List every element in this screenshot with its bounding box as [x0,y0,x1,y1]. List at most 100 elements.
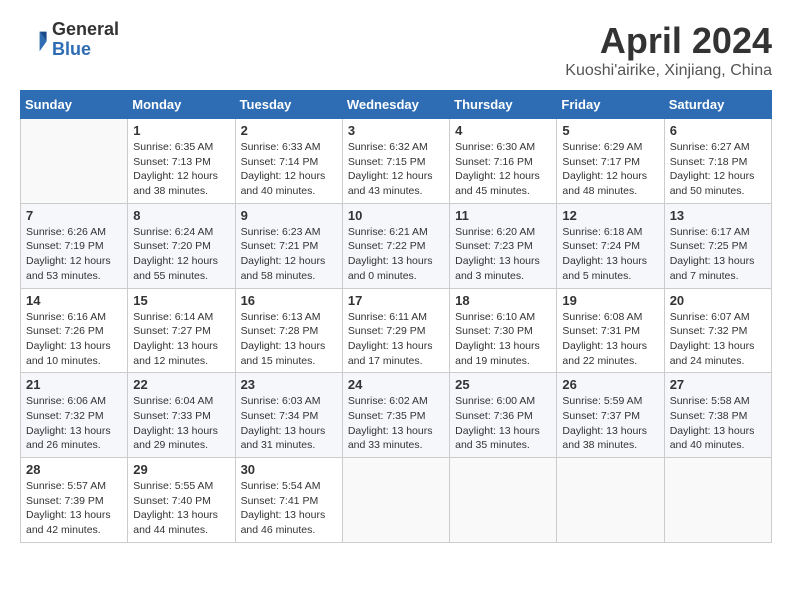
day-info: Sunrise: 6:24 AM Sunset: 7:20 PM Dayligh… [133,225,229,284]
day-info: Sunrise: 6:33 AM Sunset: 7:14 PM Dayligh… [241,140,337,199]
day-cell: 9 Sunrise: 6:23 AM Sunset: 7:21 PM Daylig… [235,203,342,288]
weekday-header-monday: Monday [128,91,235,119]
day-cell: 1 Sunrise: 6:35 AM Sunset: 7:13 PM Daylig… [128,119,235,204]
day-cell: 7Sunrise: 6:26 AM Sunset: 7:19 PM Daylig… [21,203,128,288]
weekday-header-thursday: Thursday [450,91,557,119]
day-cell [664,458,771,543]
weekday-header-saturday: Saturday [664,91,771,119]
day-cell [342,458,449,543]
day-number: 9 [241,208,337,223]
day-cell: 11Sunrise: 6:20 AM Sunset: 7:23 PM Dayli… [450,203,557,288]
page-header: General Blue April 2024 Kuoshi'airike, X… [20,20,772,80]
day-number: 13 [670,208,766,223]
day-number: 19 [562,293,658,308]
day-cell: 25Sunrise: 6:00 AM Sunset: 7:36 PM Dayli… [450,373,557,458]
day-number: 21 [26,377,122,392]
calendar-subtitle: Kuoshi'airike, Xinjiang, China [565,62,772,80]
week-row-5: 28Sunrise: 5:57 AM Sunset: 7:39 PM Dayli… [21,458,772,543]
day-cell: 27Sunrise: 5:58 AM Sunset: 7:38 PM Dayli… [664,373,771,458]
day-number: 30 [241,462,337,477]
day-cell: 23 Sunrise: 6:03 AM Sunset: 7:34 PM Dayli… [235,373,342,458]
day-number: 25 [455,377,551,392]
day-info: Sunrise: 6:07 AM Sunset: 7:32 PM Dayligh… [670,310,766,369]
day-cell: 13 Sunrise: 6:17 AM Sunset: 7:25 PM Dayli… [664,203,771,288]
day-number: 1 [133,123,229,138]
day-cell: 29 Sunrise: 5:55 AM Sunset: 7:40 PM Dayli… [128,458,235,543]
day-number: 12 [562,208,658,223]
weekday-header-wednesday: Wednesday [342,91,449,119]
day-cell [21,119,128,204]
day-info: Sunrise: 6:10 AM Sunset: 7:30 PM Dayligh… [455,310,551,369]
day-cell: 24 Sunrise: 6:02 AM Sunset: 7:35 PM Dayli… [342,373,449,458]
day-number: 22 [133,377,229,392]
day-number: 4 [455,123,551,138]
day-number: 15 [133,293,229,308]
day-number: 16 [241,293,337,308]
day-cell: 14Sunrise: 6:16 AM Sunset: 7:26 PM Dayli… [21,288,128,373]
logo: General Blue [20,20,119,60]
day-cell: 6 Sunrise: 6:27 AM Sunset: 7:18 PM Daylig… [664,119,771,204]
weekday-header-sunday: Sunday [21,91,128,119]
logo-text: General Blue [52,20,119,60]
day-number: 29 [133,462,229,477]
day-number: 6 [670,123,766,138]
day-info: Sunrise: 6:03 AM Sunset: 7:34 PM Dayligh… [241,394,337,453]
day-info: Sunrise: 6:02 AM Sunset: 7:35 PM Dayligh… [348,394,444,453]
day-number: 23 [241,377,337,392]
day-info: Sunrise: 6:29 AM Sunset: 7:17 PM Dayligh… [562,140,658,199]
day-number: 27 [670,377,766,392]
day-number: 14 [26,293,122,308]
day-info: Sunrise: 5:59 AM Sunset: 7:37 PM Dayligh… [562,394,658,453]
day-number: 20 [670,293,766,308]
day-cell: 22 Sunrise: 6:04 AM Sunset: 7:33 PM Dayli… [128,373,235,458]
day-cell: 30 Sunrise: 5:54 AM Sunset: 7:41 PM Dayli… [235,458,342,543]
day-cell: 28Sunrise: 5:57 AM Sunset: 7:39 PM Dayli… [21,458,128,543]
day-cell: 15Sunrise: 6:14 AM Sunset: 7:27 PM Dayli… [128,288,235,373]
calendar-title: April 2024 [565,20,772,62]
weekday-header-friday: Friday [557,91,664,119]
day-number: 5 [562,123,658,138]
day-number: 2 [241,123,337,138]
week-row-4: 21 Sunrise: 6:06 AM Sunset: 7:32 PM Dayli… [21,373,772,458]
day-cell: 4Sunrise: 6:30 AM Sunset: 7:16 PM Daylig… [450,119,557,204]
day-cell: 20 Sunrise: 6:07 AM Sunset: 7:32 PM Dayli… [664,288,771,373]
day-cell [557,458,664,543]
day-number: 24 [348,377,444,392]
week-row-3: 14Sunrise: 6:16 AM Sunset: 7:26 PM Dayli… [21,288,772,373]
day-cell: 2 Sunrise: 6:33 AM Sunset: 7:14 PM Daylig… [235,119,342,204]
day-cell: 17Sunrise: 6:11 AM Sunset: 7:29 PM Dayli… [342,288,449,373]
day-number: 18 [455,293,551,308]
day-info: Sunrise: 6:11 AM Sunset: 7:29 PM Dayligh… [348,310,444,369]
day-info: Sunrise: 6:18 AM Sunset: 7:24 PM Dayligh… [562,225,658,284]
day-cell: 26Sunrise: 5:59 AM Sunset: 7:37 PM Dayli… [557,373,664,458]
day-info: Sunrise: 6:06 AM Sunset: 7:32 PM Dayligh… [26,394,122,453]
day-cell: 10Sunrise: 6:21 AM Sunset: 7:22 PM Dayli… [342,203,449,288]
logo-icon [20,26,48,54]
day-cell: 16 Sunrise: 6:13 AM Sunset: 7:28 PM Dayli… [235,288,342,373]
day-cell [450,458,557,543]
day-info: Sunrise: 6:13 AM Sunset: 7:28 PM Dayligh… [241,310,337,369]
weekday-header-row: SundayMondayTuesdayWednesdayThursdayFrid… [21,91,772,119]
day-number: 3 [348,123,444,138]
day-info: Sunrise: 6:27 AM Sunset: 7:18 PM Dayligh… [670,140,766,199]
day-info: Sunrise: 6:32 AM Sunset: 7:15 PM Dayligh… [348,140,444,199]
day-info: Sunrise: 5:55 AM Sunset: 7:40 PM Dayligh… [133,479,229,538]
day-info: Sunrise: 6:23 AM Sunset: 7:21 PM Dayligh… [241,225,337,284]
day-number: 10 [348,208,444,223]
day-cell: 21 Sunrise: 6:06 AM Sunset: 7:32 PM Dayli… [21,373,128,458]
day-number: 28 [26,462,122,477]
day-number: 7 [26,208,122,223]
day-number: 11 [455,208,551,223]
day-info: Sunrise: 6:17 AM Sunset: 7:25 PM Dayligh… [670,225,766,284]
calendar-table: SundayMondayTuesdayWednesdayThursdayFrid… [20,90,772,543]
day-number: 8 [133,208,229,223]
day-info: Sunrise: 6:35 AM Sunset: 7:13 PM Dayligh… [133,140,229,199]
day-info: Sunrise: 5:54 AM Sunset: 7:41 PM Dayligh… [241,479,337,538]
day-cell: 19Sunrise: 6:08 AM Sunset: 7:31 PM Dayli… [557,288,664,373]
day-cell: 8 Sunrise: 6:24 AM Sunset: 7:20 PM Daylig… [128,203,235,288]
title-block: April 2024 Kuoshi'airike, Xinjiang, Chin… [565,20,772,80]
day-info: Sunrise: 6:04 AM Sunset: 7:33 PM Dayligh… [133,394,229,453]
week-row-2: 7Sunrise: 6:26 AM Sunset: 7:19 PM Daylig… [21,203,772,288]
day-cell: 5 Sunrise: 6:29 AM Sunset: 7:17 PM Daylig… [557,119,664,204]
week-row-1: 1 Sunrise: 6:35 AM Sunset: 7:13 PM Daylig… [21,119,772,204]
